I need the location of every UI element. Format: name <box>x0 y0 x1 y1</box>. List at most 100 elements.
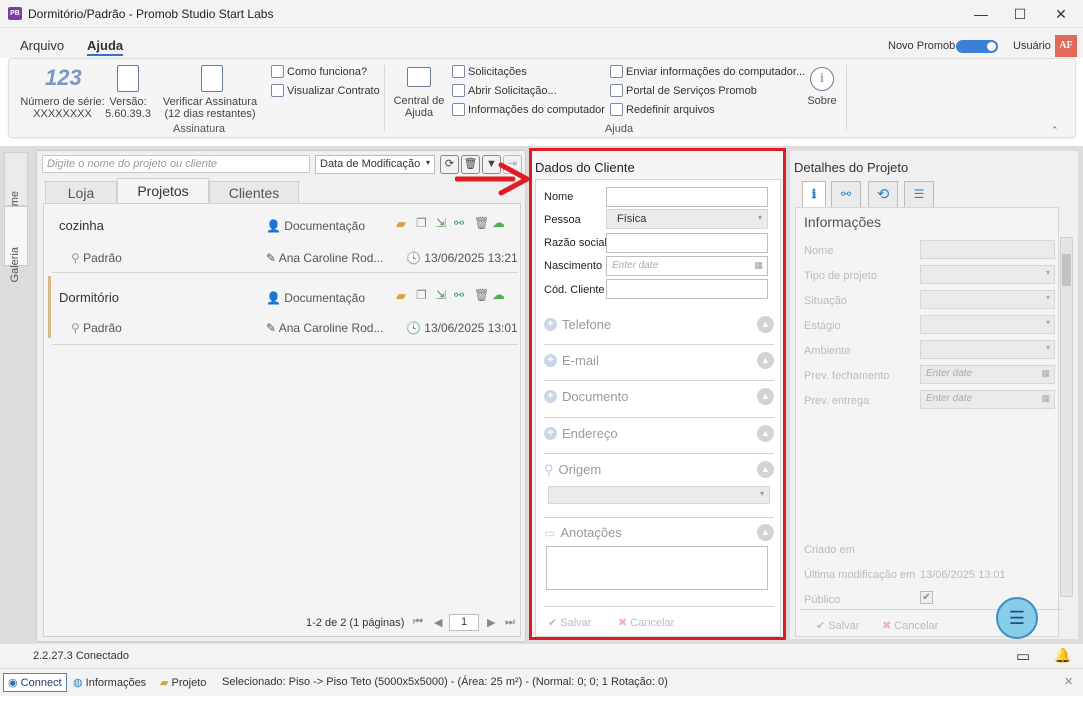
dismiss-icon[interactable]: ✕ <box>1064 675 1073 688</box>
globe-icon: ◍ <box>73 677 86 689</box>
verify-signature-icon <box>201 65 223 92</box>
minimize-button[interactable]: — <box>966 4 996 24</box>
help-center-icon <box>407 67 431 87</box>
portal-servicos-button[interactable]: Portal de Serviços Promob <box>610 84 757 97</box>
copy-icon[interactable]: ❐ <box>416 288 427 302</box>
close-button[interactable]: ✕ <box>1046 4 1076 24</box>
field-tipo-select[interactable]: ▾ <box>920 265 1055 284</box>
open-icon[interactable]: ⇲ <box>436 216 446 230</box>
version-value: 5.60.39.3 <box>105 108 151 120</box>
field-estagio-select[interactable]: ▾ <box>920 315 1055 334</box>
avatar[interactable]: AF <box>1055 35 1077 57</box>
next-page-icon[interactable]: ▶ <box>487 616 495 629</box>
variant-label: ⚲ Padrão <box>71 321 122 335</box>
tab-tree-icon[interactable]: ⚯ <box>831 181 861 208</box>
field-prev-entrega-input[interactable]: Enter date ▦ <box>920 390 1055 409</box>
connect-button[interactable]: ◉ Connect <box>3 673 67 692</box>
field-ambiente-select[interactable]: ▾ <box>920 340 1055 359</box>
delete-icon[interactable]: 🗑 <box>474 216 489 230</box>
app-icon: PB <box>8 7 22 20</box>
ribbon-divider <box>384 65 385 131</box>
scrollbar-thumb[interactable] <box>1062 254 1071 286</box>
ribbon: 123 Número de série: XXXXXXXX Versão: 5.… <box>8 58 1076 138</box>
menu-ajuda[interactable]: Ajuda <box>87 38 124 56</box>
connection-row: 2.2.27.3 Conectado ▭ 🔔 <box>0 644 1083 668</box>
menu-arquivo[interactable]: Arquivo <box>20 38 64 53</box>
verify-signature-button[interactable]: Verificar Assinatura (12 dias restantes) <box>154 96 266 120</box>
tab-info-icon[interactable]: ℹ <box>802 181 826 208</box>
reset-icon <box>610 103 623 116</box>
publico-checkbox[interactable]: ✔ <box>920 591 933 604</box>
folder-icon[interactable]: ▰ <box>396 288 406 304</box>
calendar-icon[interactable]: ▦ <box>1041 393 1050 404</box>
folder-icon: ▰ <box>160 677 172 689</box>
field-nome-input[interactable] <box>920 240 1055 259</box>
field-prev-fechamento-input[interactable]: Enter date ▦ <box>920 365 1055 384</box>
share-icon[interactable]: ⚯ <box>454 288 464 302</box>
sidebar-tab-galeria[interactable]: Galeria <box>4 206 28 282</box>
version-label[interactable]: Versão: <box>105 96 151 108</box>
chat-menu-icon[interactable]: ☰ <box>996 597 1038 639</box>
cloud-icon[interactable]: ☁ <box>492 287 505 303</box>
prev-page-icon[interactable]: ◀ <box>434 616 442 629</box>
first-page-icon[interactable]: ⏮ <box>413 616 423 629</box>
delete-icon[interactable]: 🗑 <box>474 288 489 302</box>
portal-icon <box>610 84 623 97</box>
cloud-icon[interactable]: ☁ <box>492 215 505 231</box>
copy-icon[interactable]: ❐ <box>416 216 427 230</box>
user-label: Usuário <box>1013 40 1051 52</box>
screens-icon[interactable]: ▭ <box>1016 647 1030 665</box>
chevron-down-icon: ▾ <box>1045 318 1050 327</box>
page-input[interactable]: 1 <box>449 614 479 631</box>
share-icon[interactable]: ⚯ <box>454 216 464 230</box>
folder-icon[interactable]: ▰ <box>396 216 406 232</box>
table-row[interactable]: Dormitório 👤 Documentação ▰ ❐ ⇲ ⚯ 🗑 ☁ ⚲ … <box>44 276 520 342</box>
tab-clientes[interactable]: Clientes <box>209 181 299 203</box>
selected-marker <box>48 276 51 338</box>
doc-link[interactable]: 👤 Documentação <box>266 219 365 233</box>
details-cancel-button[interactable]: ✖ Cancelar <box>882 619 938 632</box>
novo-promob-label: Novo Promob <box>888 40 956 52</box>
search-input[interactable]: Digite o nome do projeto ou cliente <box>42 155 310 173</box>
doc-link[interactable]: 👤 Documentação <box>266 291 365 305</box>
informacoes-button[interactable]: ◍ Informações <box>73 676 146 689</box>
collapse-ribbon-icon[interactable]: ⌃ <box>1051 125 1059 136</box>
open-icon[interactable]: ⇲ <box>436 288 446 302</box>
solicitacoes-button[interactable]: Solicitações <box>452 65 527 78</box>
visualizar-contrato-button[interactable]: Visualizar Contrato <box>271 84 380 97</box>
sort-select[interactable]: Data de Modificação ▾ <box>315 155 435 174</box>
tab-loja[interactable]: Loja <box>45 181 117 203</box>
como-funciona-button[interactable]: Como funciona? <box>271 65 367 78</box>
bell-icon[interactable]: 🔔 <box>1054 647 1071 664</box>
people-icon <box>271 65 284 78</box>
menu-bar: Arquivo Ajuda Novo Promob Usuário <box>0 28 1083 58</box>
redefinir-arquivos-button[interactable]: Redefinir arquivos <box>610 103 715 116</box>
calendar-icon[interactable]: ▦ <box>1041 368 1050 379</box>
field-situacao-select[interactable]: ▾ <box>920 290 1055 309</box>
tab-notes-icon[interactable]: ☰ <box>904 181 934 208</box>
clock-icon: 🕓 <box>406 251 425 265</box>
tab-history-icon[interactable]: ⟲ <box>868 181 898 208</box>
status-bar: ◉ Connect ◍ Informações ▰ Projeto Seleci… <box>0 668 1083 696</box>
chevron-down-icon: ▾ <box>425 158 430 167</box>
chevron-down-icon: ▾ <box>1045 268 1050 277</box>
novo-promob-toggle[interactable] <box>956 40 998 53</box>
info-computador-button[interactable]: Informações do computador <box>452 103 605 116</box>
maximize-button[interactable]: ☐ <box>1005 4 1035 24</box>
selection-status: Selecionado: Piso -> Piso Teto (5000x5x5… <box>222 676 668 688</box>
projeto-button[interactable]: ▰ Projeto <box>160 676 206 689</box>
projects-panel: Digite o nome do projeto ou cliente Data… <box>36 150 526 642</box>
last-page-icon[interactable]: ⏭ <box>505 616 515 629</box>
branch-icon: ⚲ <box>71 251 84 265</box>
tab-projetos[interactable]: Projetos <box>117 178 209 203</box>
central-ajuda-button[interactable]: Central de Ajuda <box>391 95 447 119</box>
sobre-button[interactable]: Sobre <box>800 95 844 107</box>
table-row[interactable]: cozinha 👤 Documentação ▰ ❐ ⇲ ⚯ 🗑 ☁ ⚲ Pad… <box>44 204 520 272</box>
abrir-solicitacao-button[interactable]: Abrir Solicitação... <box>452 84 557 97</box>
enviar-info-button[interactable]: Enviar informações do computador... <box>610 65 805 78</box>
computer-icon <box>452 103 465 116</box>
details-save-button[interactable]: ✔ Salvar <box>816 619 859 632</box>
details-scrollbar[interactable] <box>1060 237 1073 597</box>
sidebar-tab-home[interactable]: Home <box>4 152 28 220</box>
field-nome-label: Nome <box>804 245 834 257</box>
